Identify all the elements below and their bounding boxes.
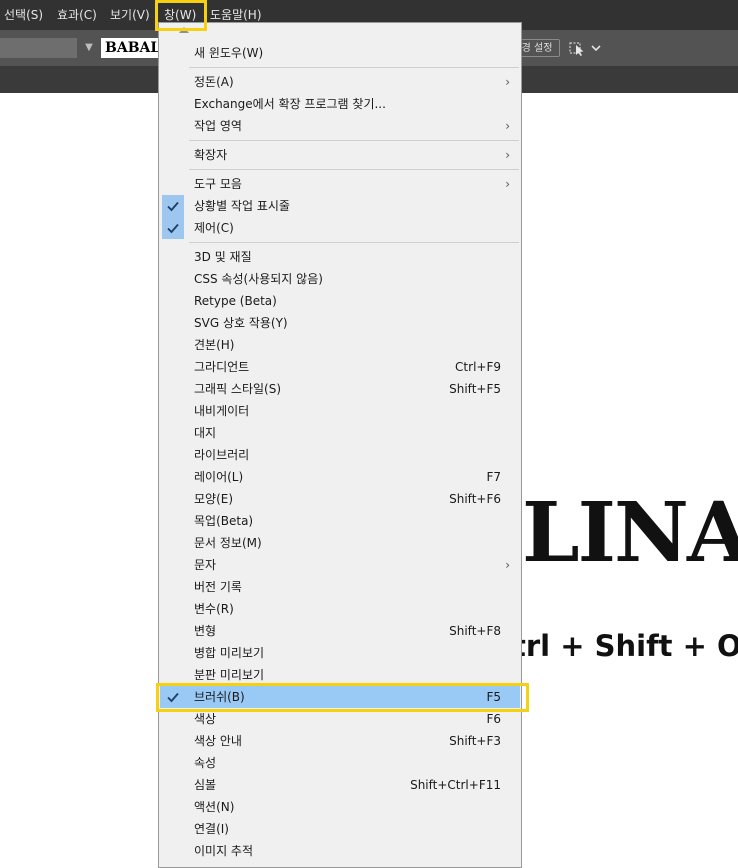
menu-item-label: 병합 미리보기 bbox=[194, 646, 265, 660]
menu-item-label: 색상 안내 bbox=[194, 734, 242, 748]
window-menu-item[interactable]: 새 윈도우(W) bbox=[160, 42, 520, 64]
window-menu-item[interactable]: 작업 영역 › bbox=[160, 115, 520, 137]
window-menu-item[interactable]: 그래픽 스타일(S) Shift+F5 bbox=[160, 378, 520, 400]
canvas-shortcut-text: trl + Shift + O bbox=[512, 629, 738, 663]
menu-item-label: 심볼 bbox=[194, 778, 217, 792]
window-menu-item[interactable]: 모양(E) Shift+F6 bbox=[160, 488, 520, 510]
menu-item-label: 속성 bbox=[194, 756, 217, 770]
menu-select[interactable]: 선택(S) bbox=[4, 0, 43, 30]
window-menu-item[interactable]: 변수(R) bbox=[160, 598, 520, 620]
menu-item-label: 버전 기록 bbox=[194, 580, 242, 594]
menu-item-label: 대지 bbox=[194, 426, 217, 440]
window-menu-item[interactable]: 도구 모음 › bbox=[160, 173, 520, 195]
menu-separator bbox=[189, 67, 519, 68]
menu-item-label: 목업(Beta) bbox=[194, 514, 254, 528]
menu-item-shortcut: Shift+F3 bbox=[449, 734, 501, 748]
menu-item-label: Exchange에서 확장 프로그램 찾기... bbox=[194, 97, 386, 111]
menu-item-label: 문서 정보(M) bbox=[194, 536, 262, 550]
window-menu-dropdown: 새 윈도우(W) 정돈(A) › Exchange에서 확장 프로그램 찾기... 작업… bbox=[158, 22, 522, 868]
menu-item-label: 변형 bbox=[194, 624, 217, 638]
menu-item-label: CSS 속성(사용되지 않음) bbox=[194, 272, 323, 286]
menu-item-shortcut: Shift+F8 bbox=[449, 624, 501, 638]
window-menu-item[interactable]: 심볼 Shift+Ctrl+F11 bbox=[160, 774, 520, 796]
menu-item-label: 제어(C) bbox=[194, 221, 234, 235]
menu-item-label: 확장자 bbox=[194, 148, 228, 162]
menu-item-shortcut: Ctrl+F9 bbox=[455, 360, 501, 374]
menu-separator bbox=[189, 169, 519, 170]
menu-item-label: 액션(N) bbox=[194, 800, 235, 814]
menu-item-shortcut: Shift+F6 bbox=[449, 492, 501, 506]
window-menu-item[interactable]: 3D 및 재질 bbox=[160, 246, 520, 268]
window-menu-item[interactable]: Exchange에서 확장 프로그램 찾기... bbox=[160, 93, 520, 115]
font-preview[interactable]: BABALI bbox=[101, 38, 161, 58]
window-menu-item[interactable]: 내비게이터 bbox=[160, 400, 520, 422]
menu-item-label: 모양(E) bbox=[194, 492, 234, 506]
window-menu-item[interactable]: 견본(H) bbox=[160, 334, 520, 356]
chevron-down-icon[interactable]: ▼ bbox=[82, 38, 96, 58]
control-field[interactable] bbox=[0, 38, 77, 58]
menu-item-label: 새 윈도우(W) bbox=[194, 46, 264, 60]
chevron-right-icon: › bbox=[505, 148, 510, 162]
window-menu-item[interactable]: 그라디언트 Ctrl+F9 bbox=[160, 356, 520, 378]
menu-item-label: 이미지 추적 bbox=[194, 844, 254, 858]
checkmark-icon bbox=[162, 195, 184, 217]
window-menu-item[interactable]: 변형 Shift+F8 bbox=[160, 620, 520, 642]
menu-item-label: 라이브러리 bbox=[194, 448, 250, 462]
menu-view[interactable]: 보기(V) bbox=[110, 0, 150, 30]
canvas-title-text: LINA bbox=[522, 485, 738, 581]
menu-item-shortcut: F7 bbox=[486, 470, 501, 484]
chevron-right-icon: › bbox=[505, 558, 510, 572]
chevron-right-icon: › bbox=[505, 75, 510, 89]
menu-effect[interactable]: 효과(C) bbox=[57, 0, 97, 30]
menu-separator bbox=[189, 140, 519, 141]
menu-item-label: 연결(I) bbox=[194, 822, 229, 836]
menu-item-label: 변수(R) bbox=[194, 602, 234, 616]
menu-item-shortcut: Shift+Ctrl+F11 bbox=[410, 778, 501, 792]
chevron-right-icon: › bbox=[505, 177, 510, 191]
menu-item-label: 정돈(A) bbox=[194, 75, 234, 89]
window-menu-item[interactable]: 버전 기록 bbox=[160, 576, 520, 598]
menu-item-label: SVG 상호 작용(Y) bbox=[194, 316, 288, 330]
window-menu-item[interactable]: 속성 bbox=[160, 752, 520, 774]
window-menu-item[interactable]: 상황별 작업 표시줄 bbox=[160, 195, 520, 217]
window-menu-item[interactable]: 확장자 › bbox=[160, 144, 520, 166]
window-menu-item[interactable]: 병합 미리보기 bbox=[160, 642, 520, 664]
menu-item-shortcut: Shift+F5 bbox=[449, 382, 501, 396]
window-menu-item[interactable]: 제어(C) bbox=[160, 217, 520, 239]
window-menu-item[interactable]: 문서 정보(M) bbox=[160, 532, 520, 554]
menu-item-label: 문자 bbox=[194, 558, 217, 572]
window-menu-item[interactable]: 연결(I) bbox=[160, 818, 520, 840]
window-menu-item[interactable]: 레이어(L) F7 bbox=[160, 466, 520, 488]
window-menu-item[interactable]: Retype (Beta) bbox=[160, 290, 520, 312]
window-menu-item[interactable]: 라이브러리 bbox=[160, 444, 520, 466]
window-menu-item[interactable]: 액션(N) bbox=[160, 796, 520, 818]
select-similar-icon[interactable] bbox=[568, 38, 602, 58]
checkmark-icon bbox=[162, 217, 184, 239]
menu-item-label: 그라디언트 bbox=[194, 360, 250, 374]
menu-item-label: 상황별 작업 표시줄 bbox=[194, 199, 290, 213]
menu-item-label: 3D 및 재질 bbox=[194, 250, 252, 264]
window-menu-item[interactable]: 색상 안내 Shift+F3 bbox=[160, 730, 520, 752]
window-menu-item[interactable]: 대지 bbox=[160, 422, 520, 444]
window-menu-item[interactable]: 정돈(A) › bbox=[160, 71, 520, 93]
menu-item-label: 견본(H) bbox=[194, 338, 235, 352]
menu-item-label: 그래픽 스타일(S) bbox=[194, 382, 282, 396]
menu-item-label: 작업 영역 bbox=[194, 119, 242, 133]
window-menu-item[interactable]: SVG 상호 작용(Y) bbox=[160, 312, 520, 334]
window-menu-item[interactable]: 목업(Beta) bbox=[160, 510, 520, 532]
menu-item-label: 레이어(L) bbox=[194, 470, 244, 484]
window-menu-item[interactable]: 이미지 추적 bbox=[160, 840, 520, 862]
brush-item-highlight bbox=[156, 683, 529, 712]
window-menu-item[interactable]: CSS 속성(사용되지 않음) bbox=[160, 268, 520, 290]
window-menu-highlight bbox=[155, 0, 207, 31]
chevron-right-icon: › bbox=[505, 119, 510, 133]
window-menu-item[interactable]: 문자 › bbox=[160, 554, 520, 576]
menu-item-label: Retype (Beta) bbox=[194, 294, 277, 308]
menu-item-label: 내비게이터 bbox=[194, 404, 250, 418]
menu-item-label: 도구 모음 bbox=[194, 177, 242, 191]
menu-separator bbox=[189, 242, 519, 243]
